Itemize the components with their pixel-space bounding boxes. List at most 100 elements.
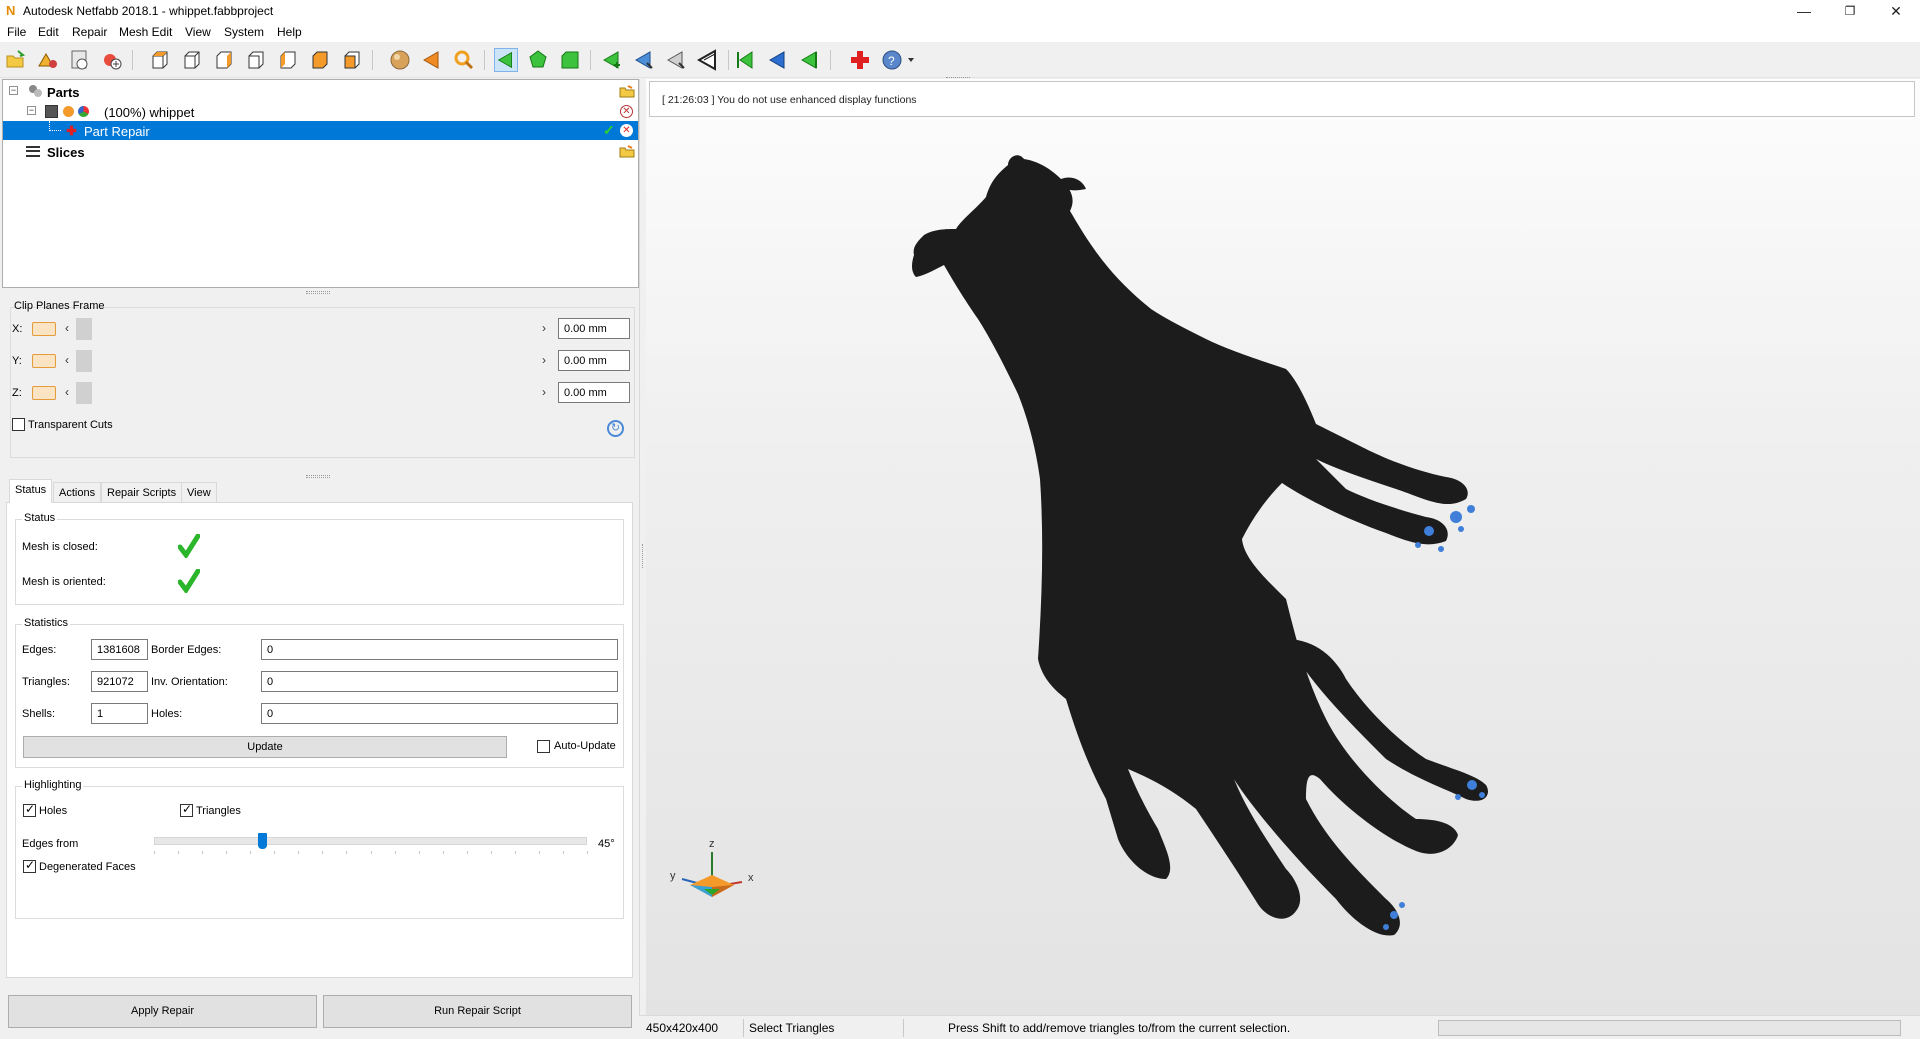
- run-repair-script-button[interactable]: Run Repair Script: [323, 995, 632, 1028]
- 3d-viewport[interactable]: [ 21:26:03 ] You do not use enhanced dis…: [646, 79, 1920, 1015]
- inv-orientation-field[interactable]: 0: [261, 671, 618, 692]
- vertical-splitter[interactable]: [639, 79, 646, 1039]
- select-shell-icon[interactable]: [558, 48, 582, 72]
- menu-mesh-edit[interactable]: Mesh Edit: [119, 25, 172, 39]
- reset-icon[interactable]: ↻: [607, 420, 624, 437]
- clip-right-arrow-icon[interactable]: ›: [542, 321, 546, 335]
- menu-view[interactable]: View: [185, 25, 211, 39]
- close-button[interactable]: ✕: [1873, 0, 1919, 22]
- tab-actions[interactable]: Actions: [53, 482, 102, 502]
- tab-view[interactable]: View: [181, 482, 217, 502]
- restore-button[interactable]: ❐: [1827, 0, 1873, 22]
- clip-plane-toggle-icon[interactable]: [32, 322, 56, 336]
- degenerated-faces-checkbox[interactable]: [23, 858, 36, 873]
- cancel-repair-icon[interactable]: ✕: [620, 124, 633, 137]
- clip-left-arrow-icon[interactable]: ‹: [65, 321, 69, 335]
- add-part-icon[interactable]: [36, 48, 60, 72]
- clip-value-input[interactable]: 0.00 mm: [558, 318, 630, 339]
- collapse-icon[interactable]: −: [27, 106, 36, 115]
- sphere-icon[interactable]: [388, 48, 412, 72]
- slider-thumb[interactable]: [258, 833, 268, 849]
- update-button[interactable]: Update: [23, 736, 507, 758]
- apply-repair-button[interactable]: Apply Repair: [8, 995, 317, 1028]
- triangles-checkbox[interactable]: [180, 802, 193, 817]
- slider-tick: [466, 851, 468, 854]
- parts-folder-icon[interactable]: [619, 84, 635, 98]
- invert-blue-icon[interactable]: [766, 48, 790, 72]
- clip-slider[interactable]: [76, 350, 546, 372]
- clip-slider[interactable]: [76, 318, 546, 340]
- holes-field[interactable]: 0: [261, 703, 618, 724]
- clip-left-arrow-icon[interactable]: ‹: [65, 353, 69, 367]
- triangle-tool-icon[interactable]: [632, 48, 656, 72]
- border-edges-field[interactable]: 0: [261, 639, 618, 660]
- tab-status[interactable]: Status: [9, 479, 53, 503]
- tree-item-slices[interactable]: Slices: [3, 142, 638, 161]
- eye-icon[interactable]: [63, 106, 74, 117]
- mesh-closed-check-icon: [178, 534, 200, 558]
- confirm-check-icon[interactable]: ✓: [603, 122, 615, 139]
- clip-slider-thumb[interactable]: [76, 350, 92, 372]
- arrow-left-icon[interactable]: [420, 48, 444, 72]
- zoom-icon[interactable]: [452, 48, 476, 72]
- whippet-model[interactable]: z y x: [646, 79, 1920, 1015]
- clip-left-arrow-icon[interactable]: ‹: [65, 385, 69, 399]
- clip-right-arrow-icon[interactable]: ›: [542, 385, 546, 399]
- clip-value-input[interactable]: 0.00 mm: [558, 350, 630, 371]
- select-triangles-icon[interactable]: [494, 48, 518, 72]
- select-surface-icon[interactable]: [526, 48, 550, 72]
- clip-plane-toggle-icon[interactable]: [32, 386, 56, 400]
- edges-angle-slider[interactable]: [154, 833, 588, 857]
- minimize-button[interactable]: —: [1781, 0, 1827, 22]
- tree-item-part-repair[interactable]: Part Repair ✓ ✕: [3, 121, 638, 140]
- tab-repair-scripts[interactable]: Repair Scripts: [101, 482, 183, 502]
- menu-edit[interactable]: Edit: [38, 25, 59, 39]
- view-left-icon[interactable]: [276, 48, 300, 72]
- auto-update-checkbox[interactable]: [537, 740, 550, 753]
- color-wheel-icon[interactable]: [78, 106, 89, 117]
- triangles-field[interactable]: 921072: [91, 671, 148, 692]
- add-globe-icon[interactable]: [100, 48, 124, 72]
- edges-field[interactable]: 1381608: [91, 639, 148, 660]
- view-top-icon[interactable]: [148, 48, 172, 72]
- project-icon[interactable]: [68, 48, 92, 72]
- view-right-icon[interactable]: [212, 48, 236, 72]
- whippet-silhouette[interactable]: [912, 155, 1488, 936]
- status-mode: Select Triangles: [749, 1021, 835, 1035]
- clip-slider-thumb[interactable]: [76, 382, 92, 404]
- transparent-cuts-checkbox[interactable]: [12, 418, 25, 431]
- clip-slider[interactable]: [76, 382, 546, 404]
- add-triangle-icon[interactable]: [600, 48, 624, 72]
- clip-row-y: Y: ‹ › 0.00 mm: [2, 348, 639, 374]
- shells-field[interactable]: 1: [91, 703, 148, 724]
- open-folder-icon[interactable]: [4, 48, 28, 72]
- select-all-green-icon[interactable]: [798, 48, 822, 72]
- slices-folder-icon[interactable]: [619, 144, 635, 158]
- clip-right-arrow-icon[interactable]: ›: [542, 353, 546, 367]
- undo-green-icon[interactable]: [734, 48, 758, 72]
- clip-plane-toggle-icon[interactable]: [32, 354, 56, 368]
- holes-checkbox[interactable]: [23, 802, 36, 817]
- menu-file[interactable]: File: [7, 25, 26, 39]
- view-bottom-icon[interactable]: [308, 48, 332, 72]
- menu-system[interactable]: System: [224, 25, 264, 39]
- netfabb-logo-icon: N: [6, 3, 16, 18]
- collapse-icon[interactable]: −: [9, 86, 18, 95]
- triangle-grey-icon[interactable]: [664, 48, 688, 72]
- view-back-icon[interactable]: [244, 48, 268, 72]
- clip-value-input[interactable]: 0.00 mm: [558, 382, 630, 403]
- splitter-grip[interactable]: [306, 291, 330, 294]
- help-dropdown-icon[interactable]: ?: [880, 48, 916, 72]
- view-perspective-icon[interactable]: [340, 48, 364, 72]
- clip-slider-thumb[interactable]: [76, 318, 92, 340]
- tree-item-parts[interactable]: − Parts: [3, 82, 638, 101]
- slider-track: [154, 837, 587, 845]
- view-front-icon[interactable]: [180, 48, 204, 72]
- splitter-grip[interactable]: [642, 544, 644, 568]
- repair-cross-icon[interactable]: [848, 48, 872, 72]
- menu-repair[interactable]: Repair: [72, 25, 107, 39]
- menu-help[interactable]: Help: [277, 25, 302, 39]
- remove-part-icon[interactable]: ✕: [620, 105, 633, 118]
- triangle-outline-icon[interactable]: [696, 48, 720, 72]
- tree-item-whippet[interactable]: − (100%) whippet ✕: [3, 102, 638, 121]
